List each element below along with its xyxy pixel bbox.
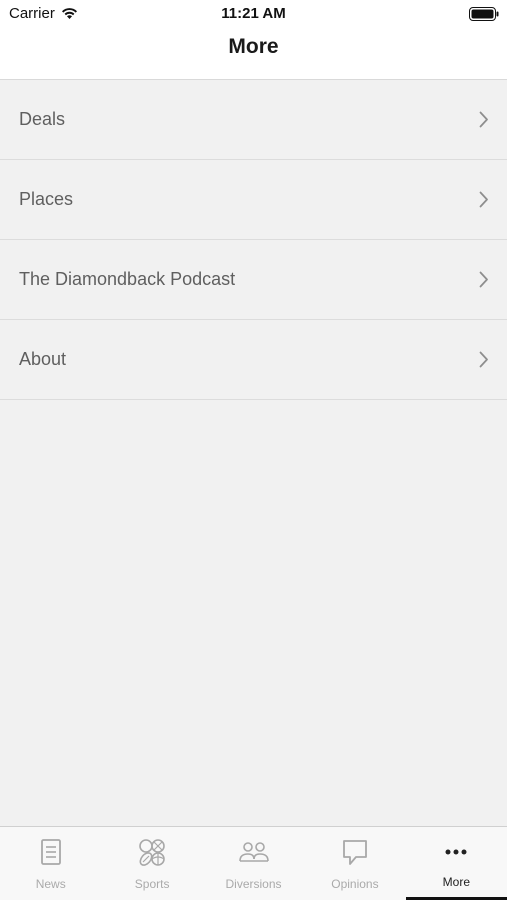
- chevron-right-icon: [479, 111, 488, 128]
- menu-item-label: Places: [19, 189, 74, 209]
- status-time: 11:21 AM: [221, 5, 286, 22]
- tab-more[interactable]: More: [405, 827, 507, 900]
- chevron-right-icon: [479, 191, 488, 208]
- tab-label: Opinions: [331, 877, 379, 891]
- speech-bubble-icon: [343, 840, 367, 865]
- menu-item-podcast[interactable]: The Diamondback Podcast: [0, 240, 507, 320]
- sports-balls-icon: [139, 839, 165, 866]
- tab-opinions[interactable]: Opinions: [304, 827, 405, 900]
- menu-item-label: The Diamondback Podcast: [19, 269, 236, 289]
- people-icon: [238, 842, 269, 862]
- menu-item-deals[interactable]: Deals: [0, 80, 507, 160]
- tab-bar: News Sports Diversions Opinions More: [0, 826, 507, 900]
- tab-label: News: [35, 877, 66, 891]
- menu-item-label: About: [19, 349, 67, 369]
- tab-diversions[interactable]: Diversions: [203, 827, 304, 900]
- menu-item-label: Deals: [19, 109, 66, 129]
- tab-news[interactable]: News: [0, 827, 101, 900]
- chevron-right-icon: [479, 351, 488, 368]
- document-icon: [40, 839, 61, 865]
- menu-item-places[interactable]: Places: [0, 160, 507, 240]
- status-bar: Carrier 11:21 AM: [0, 0, 507, 28]
- tab-label: Sports: [134, 877, 170, 891]
- chevron-right-icon: [479, 271, 488, 288]
- menu-item-about[interactable]: About: [0, 320, 507, 400]
- page-title: More: [228, 35, 279, 58]
- more-dots-icon: [445, 849, 467, 855]
- tab-sports[interactable]: Sports: [101, 827, 202, 900]
- navigation-bar: More: [0, 28, 507, 80]
- battery-icon: [469, 7, 499, 21]
- tab-label: More: [442, 875, 470, 889]
- tab-label: Diversions: [225, 877, 282, 891]
- menu-list: Deals Places The Diamondback Podcast Abo…: [0, 80, 507, 400]
